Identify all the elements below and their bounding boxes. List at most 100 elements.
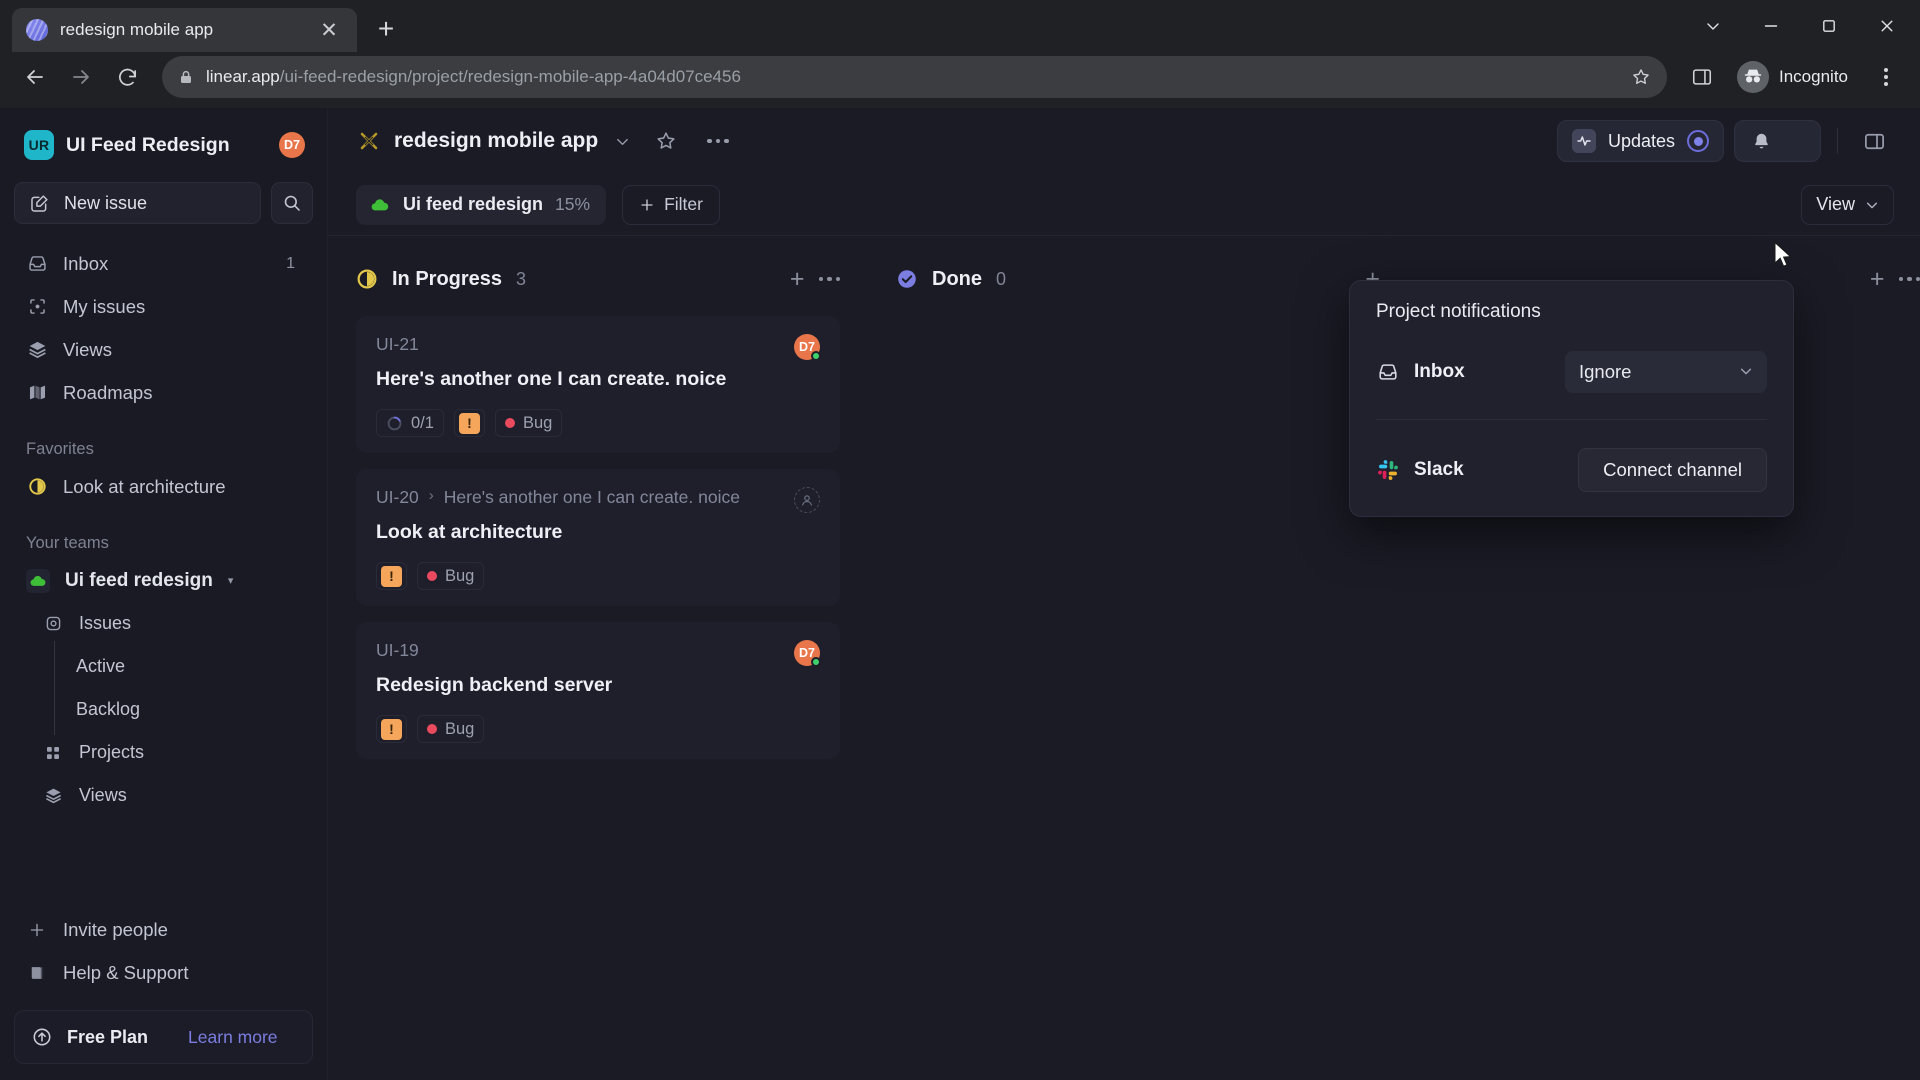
unread-indicator-icon <box>1687 130 1709 152</box>
avatar[interactable] <box>794 487 820 513</box>
label-chip-bug[interactable]: Bug <box>417 562 485 590</box>
incognito-profile-button[interactable]: Incognito <box>1731 56 1862 98</box>
minimize-icon[interactable] <box>1742 0 1800 52</box>
project-progress-chip[interactable]: Ui feed redesign 15% <box>356 184 607 225</box>
chevron-right-icon: › <box>428 487 434 504</box>
sidebar-item-team-views[interactable]: Views <box>14 774 313 817</box>
sidebar-item-label: Projects <box>79 742 145 762</box>
chevron-down-icon[interactable]: ▾ <box>228 574 234 587</box>
column-count: 3 <box>516 268 527 289</box>
incognito-label: Incognito <box>1779 67 1848 86</box>
main-content: redesign mobile app Updates Ui feed rede… <box>328 108 1920 1080</box>
column-title: In Progress <box>392 267 503 290</box>
maximize-icon[interactable] <box>1800 0 1858 52</box>
progress-team-name: Ui feed redesign <box>403 194 544 214</box>
sidebar-item-invite-people[interactable]: Invite people <box>14 908 313 951</box>
sidebar-item-label: Invite people <box>63 918 168 940</box>
lock-icon <box>178 69 194 85</box>
sidebar-team-nav: Issues Active Backlog Projects Views <box>14 602 313 817</box>
browser-menu-icon[interactable] <box>1866 56 1906 98</box>
notifications-button[interactable] <box>1734 120 1821 162</box>
forward-icon[interactable] <box>60 56 102 98</box>
new-tab-button[interactable]: + <box>365 8 407 50</box>
new-issue-button[interactable]: New issue <box>14 182 261 224</box>
issue-card[interactable]: UI-21 D7 Here's another one I can create… <box>356 316 840 453</box>
back-icon[interactable] <box>14 56 56 98</box>
sidebar-item-roadmaps[interactable]: Roadmaps <box>14 371 313 414</box>
plan-banner[interactable]: Free Plan Learn more <box>14 1010 313 1064</box>
priority-chip[interactable]: ! <box>453 409 485 437</box>
sidebar-item-backlog[interactable]: Backlog <box>14 684 313 735</box>
reload-icon[interactable] <box>106 56 148 98</box>
issue-title: Here's another one I can create. noice <box>376 368 727 390</box>
priority-chip[interactable]: ! <box>376 715 407 743</box>
sidebar-item-views[interactable]: Views <box>14 328 313 371</box>
sidebar-item-active[interactable]: Active <box>14 641 313 692</box>
green-cloud-icon <box>26 568 50 593</box>
label-text: Bug <box>445 719 475 738</box>
column-title: Done <box>932 267 982 290</box>
search-button[interactable] <box>271 182 313 224</box>
sidebar-item-my-issues[interactable]: My issues <box>14 285 313 328</box>
add-issue-icon[interactable]: + <box>790 266 805 292</box>
inbox-notification-select[interactable]: Ignore <box>1565 351 1767 393</box>
side-panel-icon[interactable] <box>1681 56 1723 98</box>
avatar[interactable]: D7 <box>794 334 821 361</box>
view-button[interactable]: View <box>1801 184 1894 225</box>
chevron-down-icon[interactable] <box>610 121 634 161</box>
priority-glyph: ! <box>389 721 394 737</box>
issue-id: UI-20 <box>376 487 419 507</box>
more-horizontal-icon[interactable] <box>818 276 840 282</box>
progress-text: 0/1 <box>411 413 434 432</box>
view-label: View <box>1816 194 1855 214</box>
label-color-dot <box>427 571 437 581</box>
bookmark-star-icon[interactable] <box>1631 67 1651 87</box>
label-chip-bug[interactable]: Bug <box>417 715 485 743</box>
inbox-label: Inbox <box>1414 361 1465 382</box>
online-status-dot <box>811 657 821 667</box>
filter-label: Filter <box>664 194 703 214</box>
filter-button[interactable]: Filter <box>622 184 720 225</box>
address-bar[interactable]: linear.app/ui-feed-redesign/project/rede… <box>162 56 1667 98</box>
close-window-icon[interactable] <box>1858 0 1916 52</box>
sidebar-item-inbox[interactable]: Inbox 1 <box>14 242 313 285</box>
updates-button[interactable]: Updates <box>1556 120 1724 162</box>
sidebar-item-label: Roadmaps <box>63 381 153 403</box>
star-icon[interactable] <box>646 121 686 161</box>
bell-icon <box>1751 131 1772 152</box>
sub-issue-progress-chip[interactable]: 0/1 <box>376 409 444 437</box>
issue-card[interactable]: UI-20 › Here's another one I can create.… <box>356 469 840 606</box>
window-controls <box>1684 0 1920 52</box>
workspace-switcher[interactable]: UR UI Feed Redesign D7 <box>14 124 313 166</box>
in-progress-half-circle-icon <box>26 477 48 496</box>
priority-chip[interactable]: ! <box>376 562 407 590</box>
sidebar: UR UI Feed Redesign D7 New issue Inbox 1… <box>0 108 328 1080</box>
browser-tab[interactable]: redesign mobile app ✕ <box>12 8 357 52</box>
avatar[interactable]: D7 <box>794 640 821 667</box>
more-horizontal-icon[interactable] <box>698 121 738 161</box>
crossed-pencils-icon <box>356 128 382 154</box>
add-issue-icon[interactable]: + <box>1870 266 1885 292</box>
sidebar-item-projects[interactable]: Projects <box>14 731 313 774</box>
label-chip-bug[interactable]: Bug <box>494 409 563 437</box>
inbox-icon <box>1376 361 1400 383</box>
card-header: UI-20 › Here's another one I can create.… <box>376 487 820 513</box>
column-header: Done 0 + <box>896 258 1380 300</box>
learn-more-link[interactable]: Learn more <box>188 1027 278 1048</box>
issue-id: UI-19 <box>376 640 419 660</box>
sidebar-item-look-at-architecture[interactable]: Look at architecture <box>14 465 313 508</box>
chevron-down-icon[interactable] <box>1684 0 1742 52</box>
connect-channel-button[interactable]: Connect channel <box>1578 448 1767 492</box>
browser-toolbar: linear.app/ui-feed-redesign/project/rede… <box>0 52 1920 108</box>
avatar[interactable]: D7 <box>279 132 305 158</box>
more-horizontal-icon[interactable] <box>1898 276 1920 282</box>
urgent-priority-icon: ! <box>381 565 402 587</box>
sidebar-team-ui-feed-redesign[interactable]: Ui feed redesign ▾ <box>14 559 313 602</box>
views-layers-icon <box>42 786 64 805</box>
right-panel-icon[interactable] <box>1854 121 1894 161</box>
close-icon[interactable]: ✕ <box>315 16 343 44</box>
sidebar-item-issues[interactable]: Issues <box>14 602 313 645</box>
label-text: Bug <box>522 413 553 432</box>
issue-card[interactable]: UI-19 D7 Redesign backend server ! Bug <box>356 622 840 759</box>
sidebar-item-help-support[interactable]: Help & Support <box>14 951 313 994</box>
